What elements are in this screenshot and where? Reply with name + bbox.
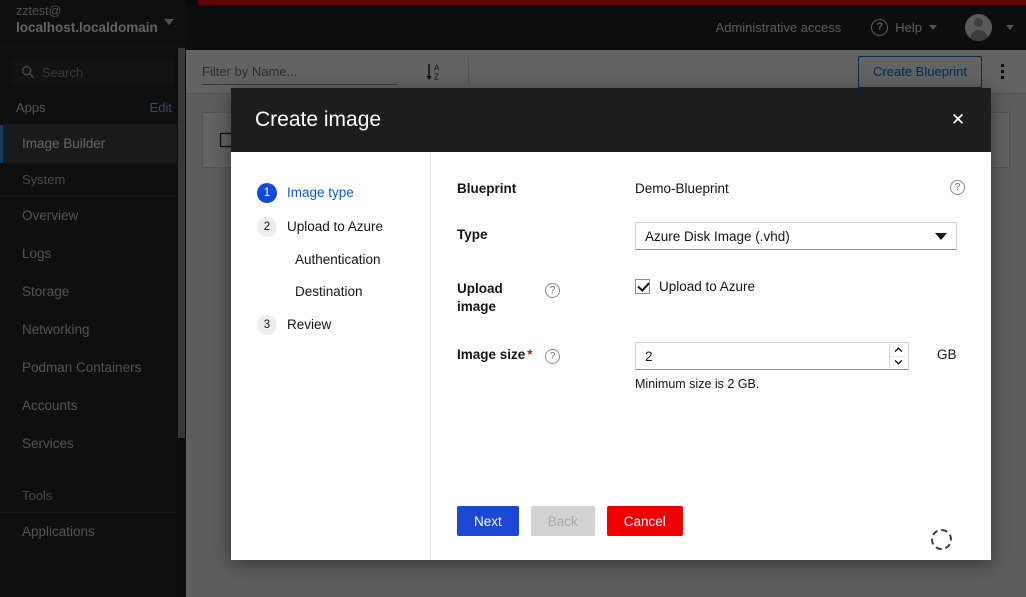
blueprint-help-slot (545, 176, 635, 180)
step-number: 3 (257, 315, 277, 335)
chevron-down-icon (935, 233, 947, 240)
help-circle-icon[interactable]: ? (950, 180, 965, 195)
image-size-label: Image size * (457, 342, 545, 364)
modal-body: 1 Image type 2 Upload to Azure Authentic… (231, 152, 991, 560)
close-icon[interactable]: ✕ (945, 107, 971, 133)
step-label: Image type (287, 185, 354, 200)
type-select-value: Azure Disk Image (.vhd) (645, 228, 790, 244)
image-size-input[interactable] (636, 343, 866, 369)
type-label: Type (457, 227, 488, 242)
upload-help-slot: ? (545, 276, 635, 298)
image-size-help-slot: ? (545, 342, 635, 364)
back-button: Back (530, 506, 595, 536)
app-root: zztest@ localhost.localdomain Apps Edit … (0, 0, 1026, 597)
image-size-unit: GB (937, 347, 957, 362)
wizard-nav: 1 Image type 2 Upload to Azure Authentic… (231, 152, 431, 560)
image-size-label-text: Image size (457, 347, 526, 362)
step-label: Upload to Azure (287, 219, 384, 234)
image-size-helper-text: Minimum size is 2 GB. (635, 377, 760, 391)
upload-to-azure-row[interactable]: Upload to Azure (635, 276, 965, 294)
wizard-step-image-type[interactable]: 1 Image type (231, 176, 430, 210)
create-image-modal: Create image ✕ 1 Image type 2 Upload to … (231, 88, 991, 560)
upload-image-label: Upload image (457, 281, 503, 314)
help-circle-icon[interactable]: ? (545, 283, 560, 298)
chevron-up-glyph (894, 347, 903, 352)
type-select[interactable]: Azure Disk Image (.vhd) (635, 222, 957, 250)
step-label: Review (287, 317, 332, 332)
modal-header: Create image ✕ (231, 88, 991, 152)
wizard-step-destination[interactable]: Destination (231, 276, 430, 308)
help-circle-icon[interactable]: ? (545, 349, 560, 364)
field-upload-image: Upload image ? Upload to Azure (457, 276, 965, 316)
field-blueprint: Blueprint Demo-Blueprint ? (457, 176, 965, 198)
image-size-spinner[interactable] (635, 342, 909, 370)
wizard-step-authentication[interactable]: Authentication (231, 244, 430, 276)
upload-to-azure-label: Upload to Azure (659, 279, 756, 294)
type-help-slot (545, 222, 635, 226)
cancel-button[interactable]: Cancel (606, 506, 683, 536)
step-label: Authentication (295, 252, 381, 267)
blueprint-value: Demo-Blueprint (635, 181, 729, 196)
field-image-size: Image size * ? 2 GB Minimum size is 2 GB… (457, 342, 965, 391)
spinner-buttons (889, 344, 907, 368)
step-label: Destination (295, 284, 363, 299)
wizard-step-review[interactable]: 3 Review (231, 308, 430, 342)
chevron-down-glyph (894, 360, 903, 365)
chevron-down-icon[interactable] (890, 356, 907, 368)
field-type: Type Azure Disk Image (.vhd) (457, 222, 965, 250)
wizard-footer: Next Back Cancel (457, 506, 965, 560)
image-size-control: GB (635, 342, 965, 370)
wizard-content: Blueprint Demo-Blueprint ? Type Azure Di… (431, 152, 991, 560)
chevron-up-icon[interactable] (890, 344, 907, 357)
wizard-step-upload-to-azure[interactable]: 2 Upload to Azure (231, 210, 430, 244)
modal-title: Create image (255, 108, 382, 131)
next-button[interactable]: Next (457, 506, 519, 536)
required-marker: * (527, 347, 533, 362)
step-number: 1 (257, 183, 277, 203)
blueprint-label: Blueprint (457, 181, 517, 196)
upload-to-azure-checkbox[interactable] (635, 279, 650, 294)
step-number: 2 (257, 217, 277, 237)
loading-spinner-icon (931, 529, 952, 550)
